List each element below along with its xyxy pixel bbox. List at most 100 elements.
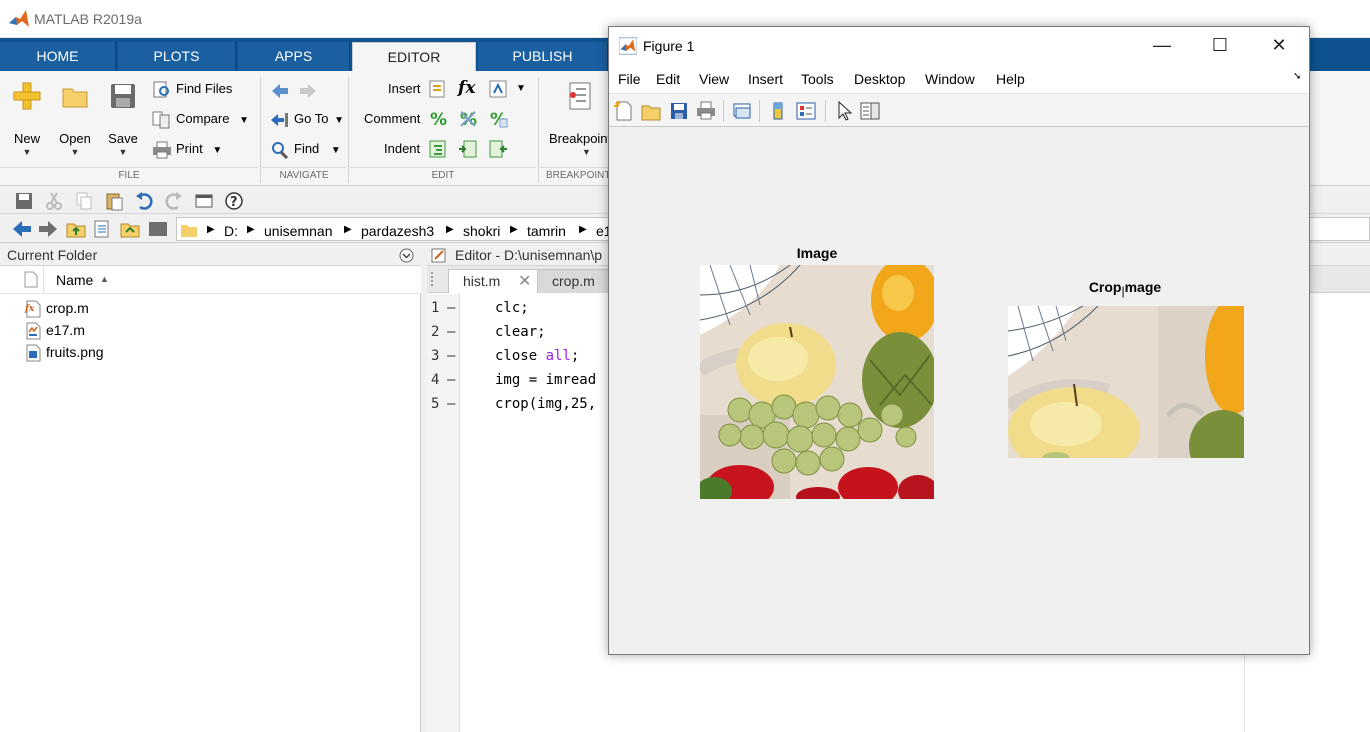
breakpoint-dash[interactable]: – bbox=[447, 300, 455, 316]
breakpoint-dash[interactable]: – bbox=[447, 348, 455, 364]
maximize-button[interactable]: ☐ bbox=[1197, 27, 1243, 65]
undo-icon[interactable] bbox=[134, 191, 154, 211]
insert-section-icon[interactable] bbox=[428, 79, 448, 99]
menu-window[interactable]: Window bbox=[925, 71, 975, 87]
figure-window[interactable]: Figure 1 — ☐ ✕ File Edit View Insert Too… bbox=[608, 26, 1310, 655]
code-line[interactable]: crop(img,25, bbox=[495, 396, 596, 412]
switch-windows-icon[interactable] bbox=[194, 191, 214, 211]
indent-label: Indent bbox=[384, 141, 421, 156]
path-crumb[interactable]: unisemnan bbox=[264, 223, 333, 239]
dock-arrow-icon[interactable]: ➘ bbox=[1293, 71, 1301, 82]
menu-insert[interactable]: Insert bbox=[748, 71, 783, 87]
back-nav-button[interactable] bbox=[270, 81, 290, 101]
menu-edit[interactable]: Edit bbox=[656, 71, 680, 87]
forward-arrow-icon[interactable] bbox=[38, 219, 58, 239]
insert-function-button[interactable]: fx bbox=[458, 78, 475, 98]
search-folder-icon[interactable] bbox=[148, 219, 168, 239]
up-folder-icon[interactable] bbox=[66, 219, 86, 239]
path-crumb[interactable]: tamrin bbox=[527, 223, 566, 239]
path-crumb[interactable]: D: bbox=[224, 223, 238, 239]
smart-indent-icon[interactable] bbox=[428, 139, 448, 159]
chevron-down-icon[interactable]: ▼ bbox=[516, 83, 526, 94]
path-crumb[interactable]: shokri bbox=[463, 223, 500, 239]
new-figure-icon[interactable] bbox=[613, 100, 635, 122]
compare-button[interactable]: Compare ▼ bbox=[152, 108, 249, 130]
breakpoint-dash[interactable]: – bbox=[447, 396, 455, 412]
editor-tab-hist[interactable]: hist.m ✕ bbox=[448, 269, 538, 293]
name-column-header[interactable]: Name bbox=[56, 272, 93, 288]
figure-title-bar[interactable]: Figure 1 — ☐ ✕ bbox=[609, 27, 1309, 65]
tab-apps[interactable]: APPS bbox=[238, 42, 350, 71]
printer-icon bbox=[153, 141, 171, 159]
breakpoint-dash[interactable]: – bbox=[447, 324, 455, 340]
app-title: MATLAB R2019a bbox=[34, 11, 142, 27]
print-figure-icon[interactable] bbox=[695, 100, 717, 122]
maximize-icon: ☐ bbox=[1211, 35, 1229, 55]
tab-home[interactable]: HOME bbox=[0, 42, 116, 71]
cut-icon[interactable] bbox=[44, 191, 64, 211]
code-line[interactable]: clc; bbox=[495, 300, 529, 316]
legend-icon[interactable] bbox=[795, 100, 817, 122]
forward-nav-button[interactable] bbox=[298, 81, 318, 101]
pointer-icon[interactable] bbox=[833, 100, 855, 122]
find-files-button[interactable]: Find Files bbox=[152, 78, 232, 100]
tab-plots[interactable]: PLOTS bbox=[118, 42, 236, 71]
goto-button[interactable]: Go To ▼ bbox=[270, 108, 344, 130]
editor-tab-crop[interactable]: crop.m bbox=[537, 269, 617, 293]
open-button[interactable]: Open ▼ bbox=[52, 77, 98, 163]
paste-icon[interactable] bbox=[104, 191, 124, 211]
close-icon[interactable]: ✕ bbox=[518, 270, 531, 293]
open-file-icon[interactable] bbox=[640, 100, 662, 122]
path-crumb[interactable]: pardazesh3 bbox=[361, 223, 434, 239]
colorbar-icon[interactable] bbox=[767, 100, 789, 122]
file-row[interactable]: fx crop.m bbox=[24, 297, 89, 319]
menu-view[interactable]: View bbox=[699, 71, 729, 87]
property-editor-icon[interactable] bbox=[859, 100, 881, 122]
file-list-header[interactable]: Name ▲ bbox=[0, 266, 421, 294]
help-icon[interactable]: ? bbox=[224, 191, 244, 211]
browse-icon[interactable] bbox=[120, 219, 140, 239]
insert-function-call-icon[interactable] bbox=[488, 79, 508, 99]
file-name: e17.m bbox=[46, 322, 85, 338]
menu-desktop[interactable]: Desktop bbox=[854, 71, 905, 87]
panel-actions-icon[interactable] bbox=[399, 248, 414, 263]
save-button[interactable]: Save ▼ bbox=[100, 77, 146, 163]
save-icon[interactable] bbox=[14, 191, 34, 211]
file-name: crop.m bbox=[46, 300, 89, 316]
menu-tools[interactable]: Tools bbox=[801, 71, 834, 87]
file-row[interactable]: e17.m bbox=[24, 319, 85, 341]
increase-indent-icon[interactable] bbox=[458, 139, 478, 159]
cropped-image-axes[interactable] bbox=[1008, 306, 1244, 458]
code-line[interactable]: close all; bbox=[495, 348, 579, 364]
wrap-comments-icon[interactable]: % bbox=[488, 109, 508, 129]
uncomment-icon[interactable]: % bbox=[458, 109, 478, 129]
save-label: Save bbox=[108, 131, 138, 146]
file-row[interactable]: fruits.png bbox=[24, 341, 104, 363]
menu-help[interactable]: Help bbox=[996, 71, 1025, 87]
menu-file[interactable]: File bbox=[618, 71, 641, 87]
new-button[interactable]: New ▼ bbox=[4, 77, 50, 163]
print-button[interactable]: Print ▼ bbox=[152, 138, 222, 160]
fruits-image-axes[interactable] bbox=[700, 265, 934, 499]
copy-icon[interactable] bbox=[74, 191, 94, 211]
folder-icon bbox=[181, 225, 197, 237]
close-button[interactable]: ✕ bbox=[1256, 27, 1302, 65]
link-plot-icon[interactable] bbox=[731, 100, 753, 122]
comment-icon[interactable]: % bbox=[428, 109, 448, 129]
back-arrow-icon[interactable] bbox=[12, 219, 32, 239]
tab-publish[interactable]: PUBLISH bbox=[478, 42, 608, 71]
compare-label: Compare bbox=[176, 111, 230, 126]
editor-icon bbox=[431, 248, 446, 263]
decrease-indent-icon[interactable] bbox=[488, 139, 508, 159]
code-line[interactable]: clear; bbox=[495, 324, 546, 340]
breakpoints-button[interactable]: Breakpoints ▼ bbox=[548, 77, 610, 163]
browse-folder-icon[interactable] bbox=[92, 219, 112, 239]
code-line[interactable]: img = imread bbox=[495, 372, 596, 388]
breakpoint-dash[interactable]: – bbox=[447, 372, 455, 388]
find-button[interactable]: Find ▼ bbox=[270, 138, 341, 160]
minimize-button[interactable]: — bbox=[1139, 27, 1185, 65]
redo-icon[interactable] bbox=[164, 191, 184, 211]
tab-editor[interactable]: EDITOR bbox=[352, 42, 476, 71]
figure-menu-bar: File Edit View Insert Tools Desktop Wind… bbox=[609, 65, 1309, 93]
save-figure-icon[interactable] bbox=[668, 100, 690, 122]
